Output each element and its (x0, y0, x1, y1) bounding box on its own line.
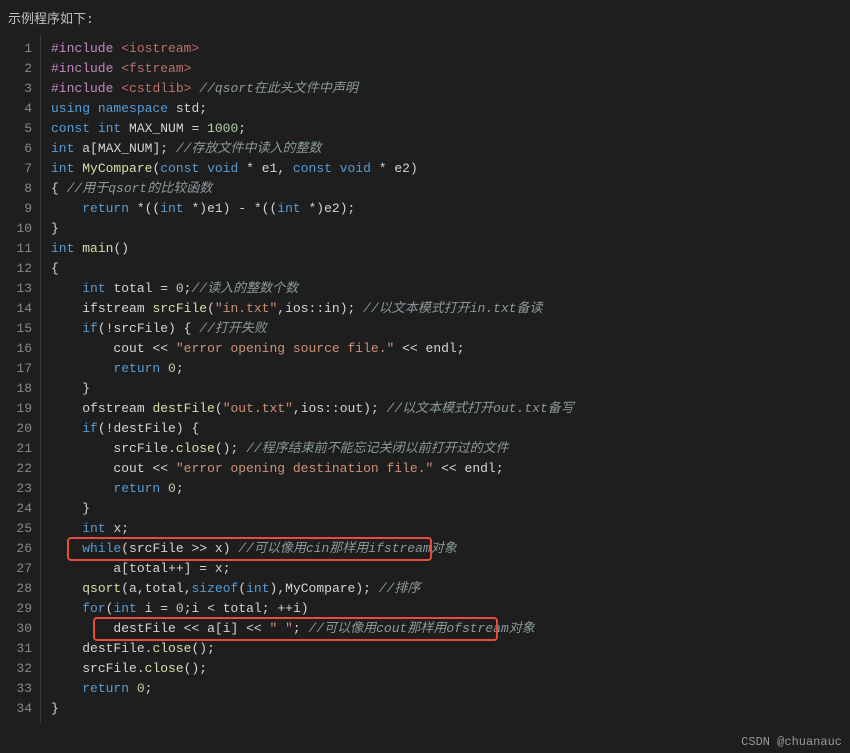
code-line: int a[MAX_NUM]; //存放文件中读入的整数 (51, 139, 850, 159)
code-line: while(srcFile >> x) //可以像用cin那样用ifstream… (51, 539, 850, 559)
line-number: 14 (4, 299, 32, 319)
line-number: 22 (4, 459, 32, 479)
code-line: ofstream destFile("out.txt",ios::out); /… (51, 399, 850, 419)
code-line: return 0; (51, 359, 850, 379)
code-line: } (51, 219, 850, 239)
code-line: cout << "error opening destination file.… (51, 459, 850, 479)
code-line: int MyCompare(const void * e1, const voi… (51, 159, 850, 179)
code-block: 1234567891011121314151617181920212223242… (0, 35, 850, 753)
line-number: 12 (4, 259, 32, 279)
line-number: 4 (4, 99, 32, 119)
line-number: 23 (4, 479, 32, 499)
line-number: 16 (4, 339, 32, 359)
code-line: const int MAX_NUM = 1000; (51, 119, 850, 139)
line-number: 11 (4, 239, 32, 259)
code-line: if(!destFile) { (51, 419, 850, 439)
line-number: 7 (4, 159, 32, 179)
line-number: 6 (4, 139, 32, 159)
line-number: 17 (4, 359, 32, 379)
line-number: 21 (4, 439, 32, 459)
line-number: 26 (4, 539, 32, 559)
line-number: 2 (4, 59, 32, 79)
code-line: int main() (51, 239, 850, 259)
line-number: 34 (4, 699, 32, 719)
code-line: a[total++] = x; (51, 559, 850, 579)
code-line: return 0; (51, 479, 850, 499)
line-number: 1 (4, 39, 32, 59)
code-line: return *((int *)e1) - *((int *)e2); (51, 199, 850, 219)
code-line: #include <cstdlib> //qsort在此头文件中声明 (51, 79, 850, 99)
code-line: } (51, 499, 850, 519)
code-line: { //用于qsort的比较函数 (51, 179, 850, 199)
line-number: 29 (4, 599, 32, 619)
code-line: } (51, 699, 850, 719)
code-line: srcFile.close(); //程序结束前不能忘记关闭以前打开过的文件 (51, 439, 850, 459)
line-number: 15 (4, 319, 32, 339)
line-number: 3 (4, 79, 32, 99)
line-number: 19 (4, 399, 32, 419)
code-line: ifstream srcFile("in.txt",ios::in); //以文… (51, 299, 850, 319)
line-number: 31 (4, 639, 32, 659)
line-number: 18 (4, 379, 32, 399)
line-number: 10 (4, 219, 32, 239)
code-line: int total = 0;//读入的整数个数 (51, 279, 850, 299)
watermark-text: CSDN @chuanauc (741, 735, 842, 749)
code-line: destFile << a[i] << " "; //可以像用cout那样用of… (51, 619, 850, 639)
code-line: return 0; (51, 679, 850, 699)
line-number: 5 (4, 119, 32, 139)
code-line: { (51, 259, 850, 279)
code-line: qsort(a,total,sizeof(int),MyCompare); //… (51, 579, 850, 599)
line-number: 9 (4, 199, 32, 219)
line-number: 32 (4, 659, 32, 679)
line-number-gutter: 1234567891011121314151617181920212223242… (0, 35, 41, 723)
code-line: destFile.close(); (51, 639, 850, 659)
code-line: int x; (51, 519, 850, 539)
code-line: for(int i = 0;i < total; ++i) (51, 599, 850, 619)
code-line: #include <iostream> (51, 39, 850, 59)
line-number: 20 (4, 419, 32, 439)
code-line: srcFile.close(); (51, 659, 850, 679)
code-line: if(!srcFile) { //打开失败 (51, 319, 850, 339)
line-number: 13 (4, 279, 32, 299)
line-number: 24 (4, 499, 32, 519)
line-number: 25 (4, 519, 32, 539)
line-number: 33 (4, 679, 32, 699)
line-number: 8 (4, 179, 32, 199)
line-number: 27 (4, 559, 32, 579)
code-content[interactable]: #include <iostream>#include <fstream>#in… (41, 35, 850, 723)
code-line: } (51, 379, 850, 399)
code-line: using namespace std; (51, 99, 850, 119)
caption-text: 示例程序如下: (0, 0, 850, 35)
code-line: cout << "error opening source file." << … (51, 339, 850, 359)
code-line: #include <fstream> (51, 59, 850, 79)
line-number: 28 (4, 579, 32, 599)
line-number: 30 (4, 619, 32, 639)
